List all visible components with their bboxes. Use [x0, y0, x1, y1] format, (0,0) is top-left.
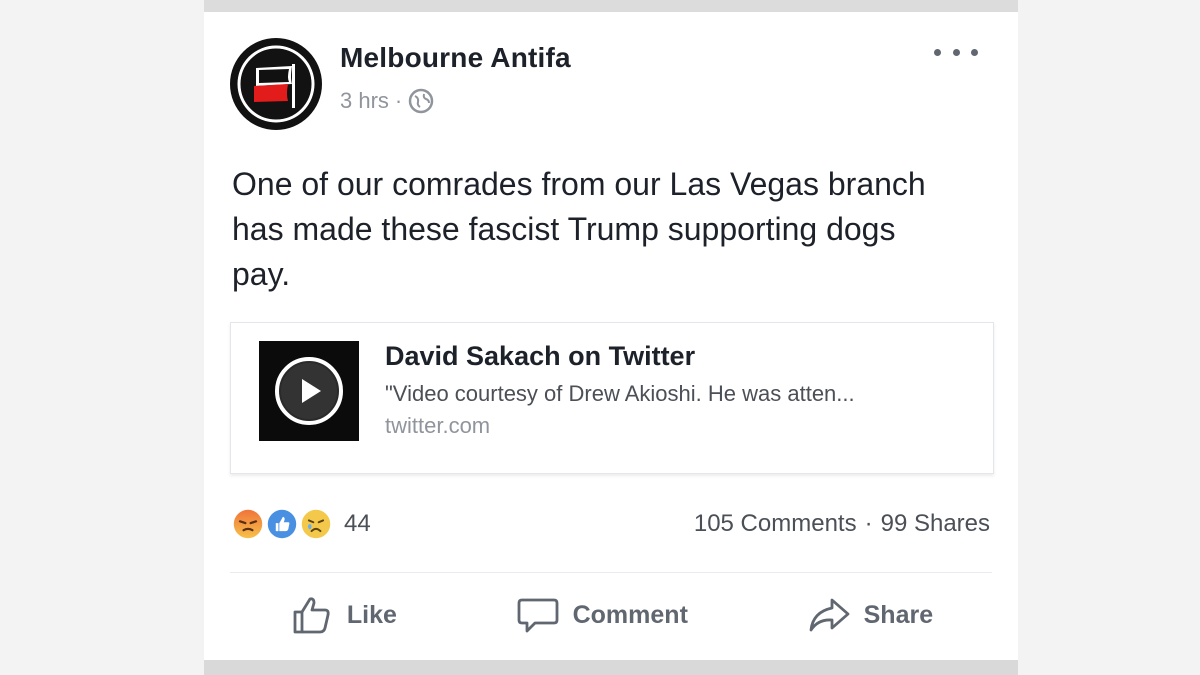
- comments-count-link[interactable]: 105 Comments: [694, 510, 857, 538]
- post-text: One of our comrades from our Las Vegas b…: [232, 166, 926, 292]
- facebook-post-card: Melbourne Antifa 3 hrs · One of our comr…: [204, 12, 1018, 660]
- comment-label: Comment: [572, 600, 688, 629]
- link-preview-card[interactable]: David Sakach on Twitter "Video courtesy …: [230, 322, 994, 474]
- reaction-icons: [230, 506, 340, 542]
- link-domain: twitter.com: [385, 413, 491, 438]
- globe-icon: [408, 88, 434, 114]
- link-description: "Video courtesy of Drew Akioshi. He was …: [385, 381, 855, 406]
- post-action-bar: Like Comment Share: [230, 582, 992, 648]
- share-arrow-icon: [809, 598, 850, 632]
- like-button[interactable]: Like: [273, 586, 413, 644]
- angry-reaction-icon: [230, 506, 266, 542]
- reaction-count: 44: [344, 510, 371, 537]
- top-feed-divider: [204, 0, 1018, 12]
- page-name[interactable]: Melbourne Antifa: [340, 42, 571, 74]
- meta-separator: ·: [394, 88, 403, 113]
- link-title[interactable]: David Sakach on Twitter: [385, 341, 695, 372]
- video-thumbnail[interactable]: [259, 341, 359, 441]
- post-meta: 3 hrs ·: [340, 88, 434, 114]
- like-reaction-icon: [264, 506, 300, 542]
- screenshot-stage: Melbourne Antifa 3 hrs · One of our comr…: [0, 0, 1200, 675]
- share-label: Share: [863, 600, 934, 629]
- post-timestamp[interactable]: 3 hrs: [340, 88, 389, 114]
- antifa-logo-icon: [231, 39, 321, 129]
- sad-reaction-icon: [298, 506, 334, 542]
- thumbs-up-icon: [293, 597, 330, 634]
- bottom-feed-divider: [204, 660, 1018, 675]
- comment-bubble-icon: [517, 598, 559, 633]
- page-avatar[interactable]: [230, 38, 322, 130]
- share-button[interactable]: Share: [790, 586, 949, 644]
- more-options-icon[interactable]: [934, 42, 978, 62]
- reactions-summary[interactable]: 44: [230, 506, 371, 542]
- stats-separator: ·: [864, 510, 873, 537]
- shares-count-link[interactable]: 99 Shares: [881, 510, 990, 538]
- like-label: Like: [346, 600, 397, 629]
- post-stats: 105 Comments · 99 Shares: [694, 510, 990, 538]
- play-icon: [259, 341, 359, 441]
- comment-button[interactable]: Comment: [499, 586, 704, 644]
- action-bar-divider: [230, 572, 992, 573]
